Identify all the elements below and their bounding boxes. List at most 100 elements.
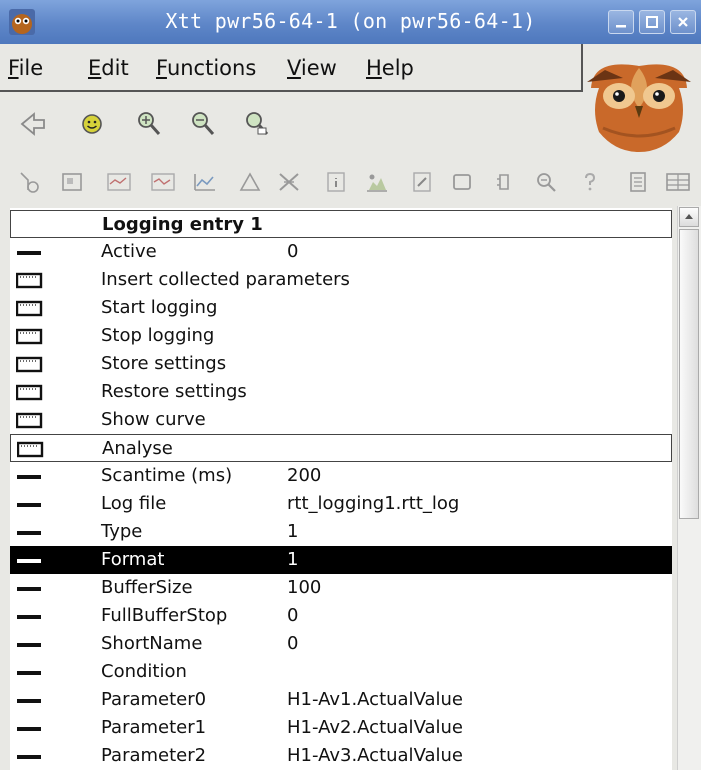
- plot-icon[interactable]: [364, 170, 390, 194]
- list-header-title: Logging entry 1: [102, 214, 263, 235]
- menu-help[interactable]: Help: [366, 56, 414, 80]
- row-name: Scantime (ms): [101, 465, 233, 486]
- list-row[interactable]: Analyse: [10, 434, 672, 462]
- trend-icon[interactable]: [106, 170, 132, 194]
- list-row[interactable]: Parameter1 H1-Av2.ActualValue: [10, 714, 672, 742]
- info-icon[interactable]: [324, 170, 348, 194]
- crossref-icon[interactable]: [276, 170, 302, 194]
- attribute-icon: [17, 671, 41, 675]
- command-icon: [16, 356, 43, 373]
- edit-icon[interactable]: [410, 170, 434, 194]
- scrollbar-thumb[interactable]: [679, 229, 699, 519]
- list-row[interactable]: Scantime (ms) 200: [10, 462, 672, 490]
- row-value: H1-Av2.ActualValue: [287, 717, 463, 738]
- toolbar-secondary: [0, 160, 701, 204]
- help-icon[interactable]: [578, 170, 602, 194]
- menu-file-mnemonic: F: [8, 56, 19, 80]
- list-row[interactable]: ShortName 0: [10, 630, 672, 658]
- menu-view[interactable]: View: [287, 56, 337, 80]
- row-name: Restore settings: [101, 381, 247, 402]
- list-row[interactable]: BufferSize 100: [10, 574, 672, 602]
- history-icon[interactable]: [192, 170, 218, 194]
- menu-edit[interactable]: Edit: [88, 56, 129, 80]
- list-row[interactable]: Log file rtt_logging1.rtt_log: [10, 490, 672, 518]
- list-row[interactable]: Condition: [10, 658, 672, 686]
- back-arrow-icon[interactable]: [20, 112, 48, 136]
- scroll-up-button[interactable]: [679, 207, 699, 227]
- vertical-scrollbar[interactable]: [677, 206, 701, 770]
- window-icon[interactable]: [450, 170, 474, 194]
- menu-functions-mnemonic: F: [156, 56, 167, 80]
- attribute-icon: [17, 559, 41, 563]
- maximize-button[interactable]: [639, 10, 665, 34]
- list-header[interactable]: Logging entry 1: [10, 210, 672, 238]
- row-name: Active: [101, 241, 157, 262]
- row-value: H1-Av3.ActualValue: [287, 745, 463, 766]
- row-name: Log file: [101, 493, 167, 514]
- trend-alt-icon[interactable]: [150, 170, 176, 194]
- menu-file[interactable]: File: [8, 56, 43, 80]
- attribute-icon: [17, 615, 41, 619]
- close-button[interactable]: [670, 10, 696, 34]
- list-row[interactable]: Type 1: [10, 518, 672, 546]
- attribute-icon: [17, 699, 41, 703]
- attribute-list[interactable]: Logging entry 1 Active 0 Insert collected …: [10, 208, 672, 770]
- list-row[interactable]: Parameter2 H1-Av3.ActualValue: [10, 742, 672, 770]
- menu-help-label: elp: [381, 56, 414, 80]
- row-name: BufferSize: [101, 577, 193, 598]
- row-value: H1-Av1.ActualValue: [287, 689, 463, 710]
- zoom-in-icon[interactable]: [136, 110, 162, 138]
- list-row[interactable]: Show curve: [10, 406, 672, 434]
- triangle-icon[interactable]: [238, 170, 262, 194]
- toolbar-primary: [0, 92, 583, 160]
- command-icon: [16, 300, 43, 317]
- list-row[interactable]: Parameter0 H1-Av1.ActualValue: [10, 686, 672, 714]
- minimize-icon: [616, 25, 626, 28]
- row-name: Show curve: [101, 409, 206, 430]
- zoom-reset-icon[interactable]: [244, 110, 270, 138]
- list-row[interactable]: Stop logging: [10, 322, 672, 350]
- menu-edit-mnemonic: E: [88, 56, 102, 80]
- menu-bar: File Edit Functions View Help: [0, 44, 583, 92]
- list-row[interactable]: Insert collected parameters: [10, 266, 672, 294]
- smiley-icon[interactable]: [80, 112, 104, 136]
- attribute-icon: [17, 251, 41, 255]
- command-icon: [16, 328, 43, 345]
- menu-edit-label: dit: [101, 56, 129, 80]
- row-name: Parameter1: [101, 717, 207, 738]
- close-icon: [678, 17, 688, 27]
- row-name: Store settings: [101, 353, 227, 374]
- list-row[interactable]: FullBufferStop 0: [10, 602, 672, 630]
- menu-file-label: ile: [18, 56, 44, 80]
- open-graph-icon[interactable]: [60, 170, 84, 194]
- list-row[interactable]: Restore settings: [10, 378, 672, 406]
- list-row[interactable]: Format 1: [10, 546, 672, 574]
- row-name: Analyse: [102, 438, 173, 459]
- minimize-button[interactable]: [608, 10, 634, 34]
- zoom-out-icon[interactable]: [190, 110, 216, 138]
- menu-help-mnemonic: H: [366, 56, 382, 80]
- attribute-icon: [17, 755, 41, 759]
- attribute-icon: [17, 587, 41, 591]
- menu-functions[interactable]: Functions: [156, 56, 256, 80]
- bracket-icon[interactable]: [492, 170, 516, 194]
- attribute-icon: [17, 475, 41, 479]
- document-icon[interactable]: [626, 170, 650, 194]
- list-row[interactable]: Store settings: [10, 350, 672, 378]
- search-icon[interactable]: [534, 170, 558, 194]
- table-icon[interactable]: [664, 170, 692, 194]
- row-name: Insert collected parameters: [101, 269, 350, 290]
- list-row[interactable]: Start logging: [10, 294, 672, 322]
- row-name: FullBufferStop: [101, 605, 228, 626]
- row-value: rtt_logging1.rtt_log: [287, 493, 460, 514]
- menu-functions-label: unctions: [166, 56, 257, 80]
- open-object-icon[interactable]: [18, 170, 42, 194]
- list-row[interactable]: Active 0: [10, 238, 672, 266]
- row-value: 0: [287, 241, 299, 262]
- command-icon: [16, 412, 43, 429]
- command-icon: [16, 384, 43, 401]
- arrow-up-icon: [685, 214, 693, 219]
- attribute-icon: [17, 503, 41, 507]
- row-value: 1: [287, 521, 299, 542]
- title-bar[interactable]: Xtt pwr56-64-1 (on pwr56-64-1): [0, 0, 701, 44]
